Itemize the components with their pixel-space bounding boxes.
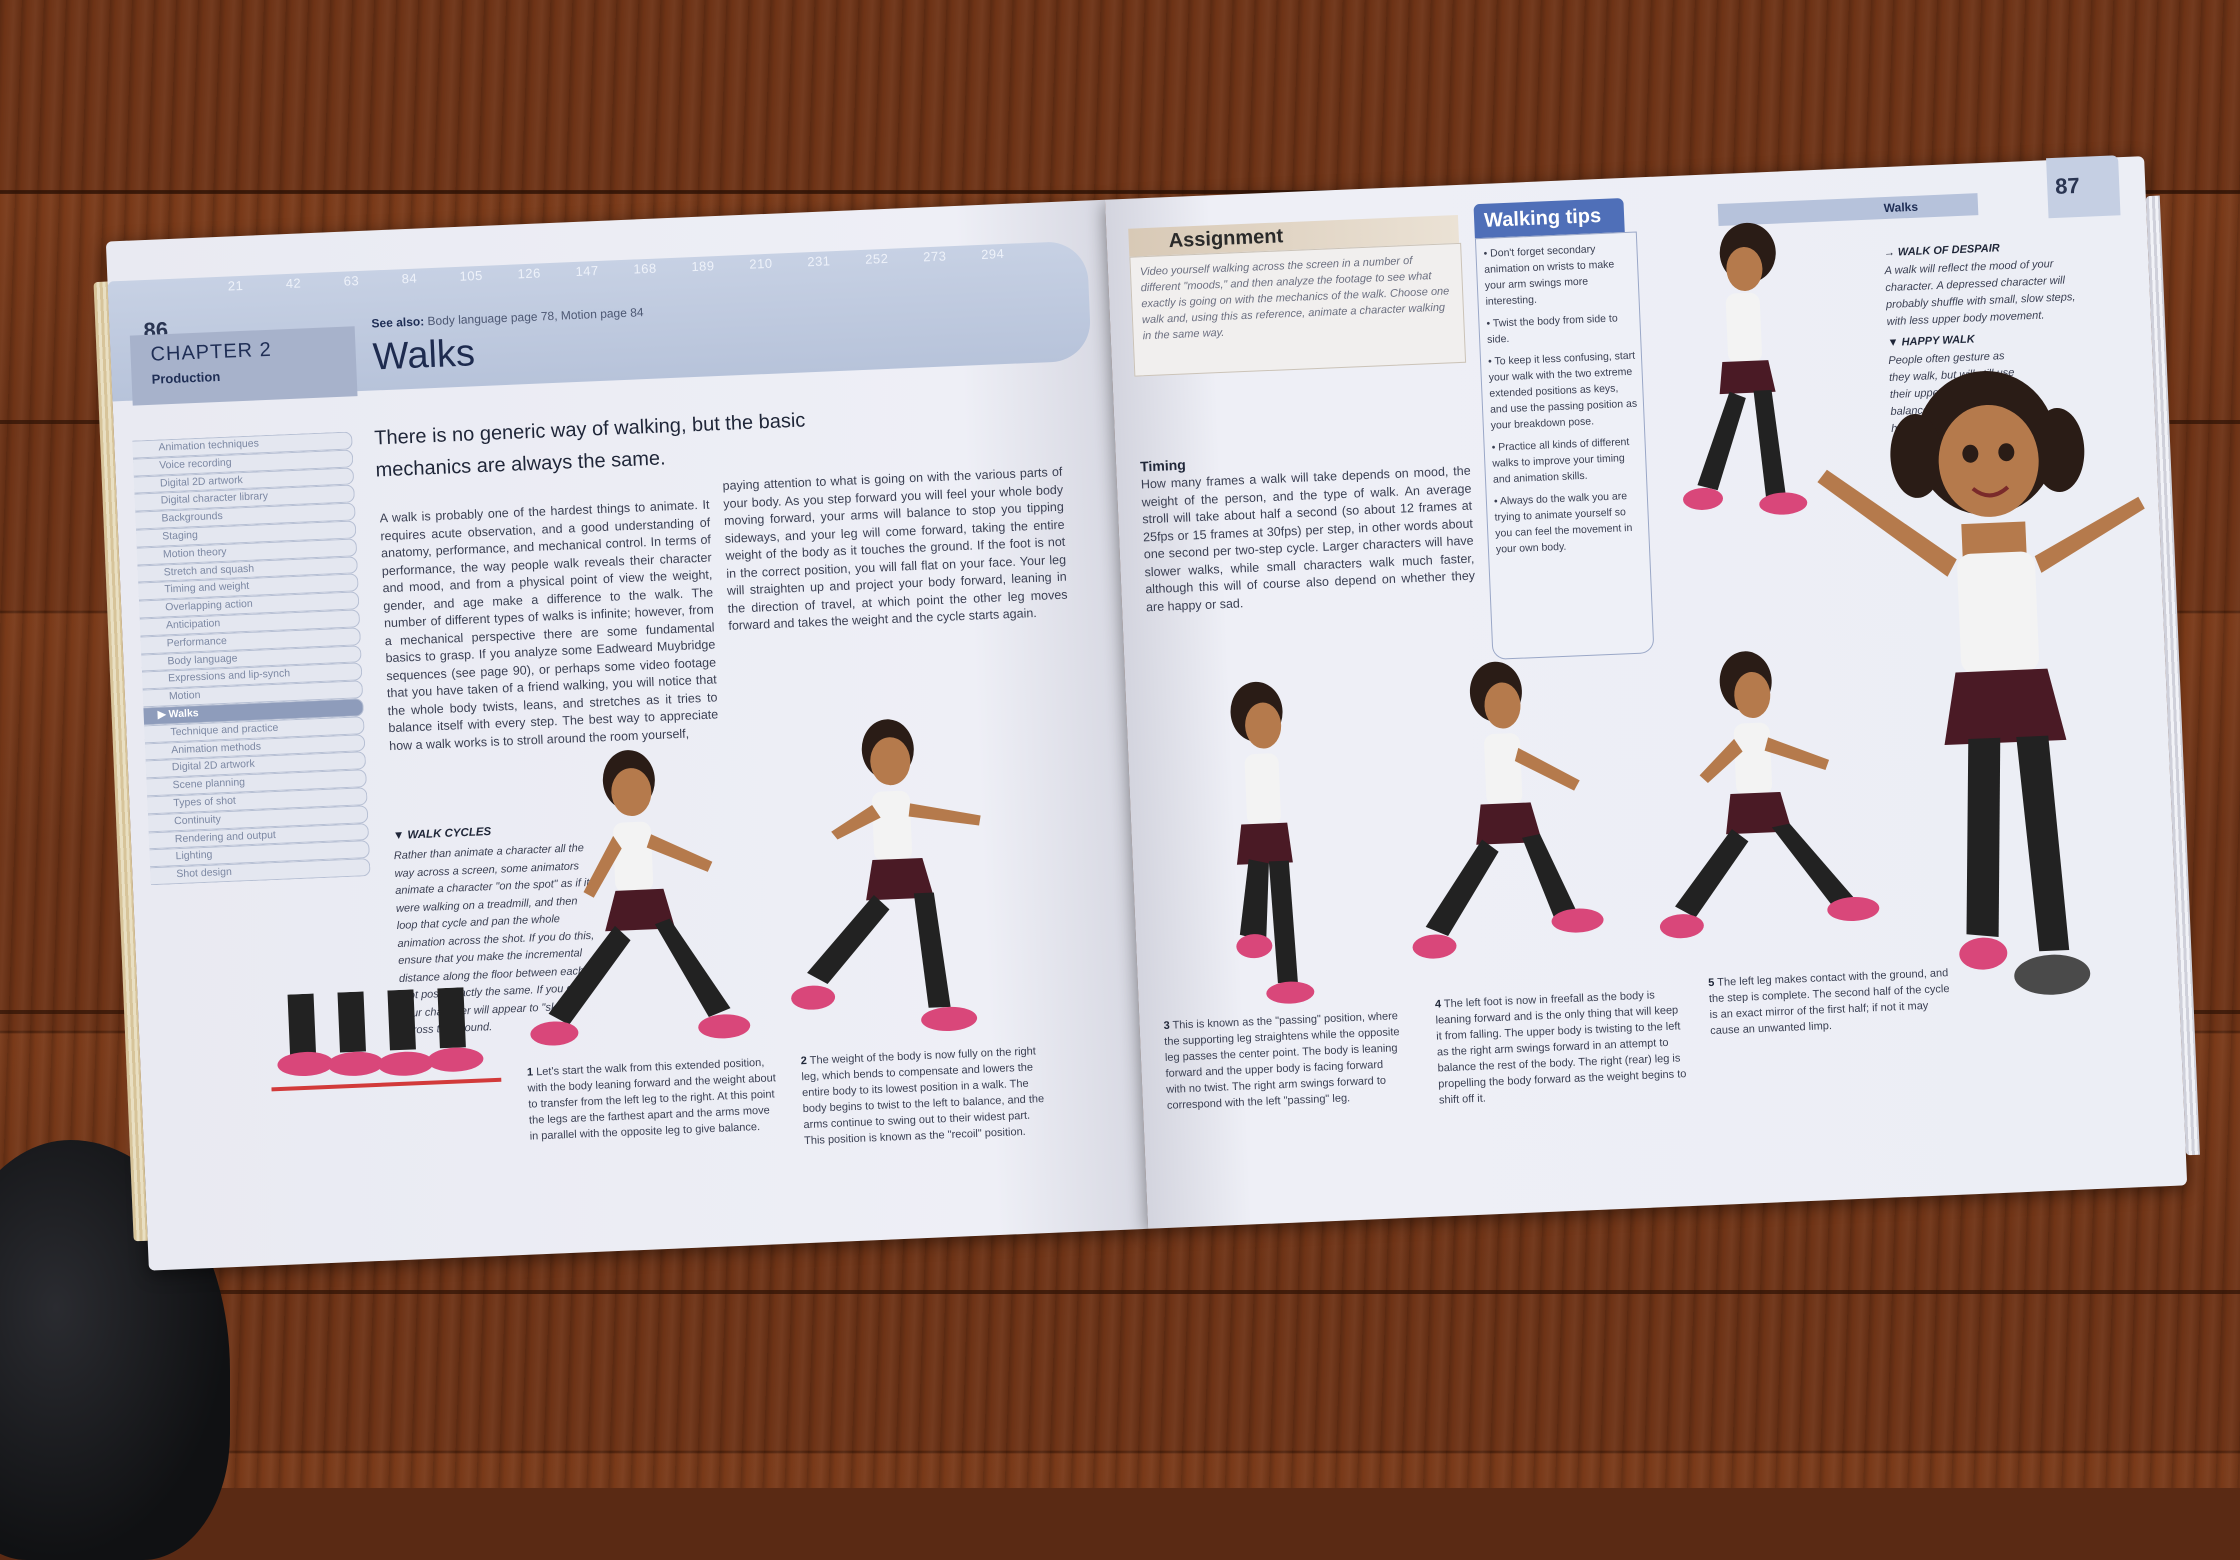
- left-page: 21 42 63 84 105 126 147 168 189 210 231 252 273 294 8…: [93, 199, 1149, 1271]
- step-3-text: This is known as the "passing" position,…: [1164, 1010, 1400, 1112]
- ruler-tick-label: 63: [343, 273, 360, 289]
- walking-tip: • Practice all kinds of different walks …: [1491, 435, 1630, 486]
- chapter-contents-list: Animation techniques Voice recording Digit…: [132, 431, 371, 886]
- step-caption-4: 4 The left foot is now in freefall as th…: [1434, 989, 1687, 1107]
- ruler-tick-label: 294: [980, 245, 1005, 262]
- ruler-tick-label: 84: [401, 270, 418, 287]
- ruler-tick-label: 42: [285, 275, 302, 292]
- floor-board-seam: [0, 1290, 2240, 1294]
- walk-figure-2: [791, 719, 981, 1032]
- open-book: 21 42 63 84 105 126 147 168 189 210 231 252 273 294 8…: [93, 155, 2200, 1271]
- step-caption-5: 5 The left leg makes contact with the gr…: [1708, 967, 1950, 1038]
- walk-cycles-title: ▼ WALK CYCLES: [392, 825, 492, 843]
- ruler-tick-label: 126: [517, 265, 542, 282]
- walk-figure-3: [1230, 681, 1315, 1004]
- ruler-tick-label: 231: [806, 253, 831, 270]
- timing-title: Timing: [1139, 456, 1187, 475]
- walking-tip: • Always do the walk you are trying to a…: [1493, 490, 1633, 556]
- walking-tips-list: • Don't forget secondary animation on wr…: [1483, 240, 1644, 564]
- step-2-text: The weight of the body is now fully on t…: [801, 1045, 1045, 1148]
- step-1-text: Let's start the walk from this extended …: [527, 1056, 776, 1143]
- ruler-tick-label: 210: [749, 255, 773, 272]
- chapter-sub-label: Production: [151, 368, 221, 387]
- walk-of-despair-text: A walk will reflect the mood of your cha…: [1884, 258, 2076, 329]
- walking-tip: • Don't forget secondary animation on wr…: [1483, 243, 1615, 308]
- ruler-tick-label: 252: [864, 250, 889, 267]
- step-5-text: The left leg makes contact with the grou…: [1708, 967, 1950, 1038]
- step-caption-1: 1 Let's start the walk from this extende…: [526, 1056, 776, 1143]
- ruler-tick-label: 189: [691, 258, 715, 275]
- assignment-text: Video yourself walking across the screen…: [1139, 254, 1450, 343]
- walking-tip: • Twist the body from side to side.: [1486, 312, 1618, 346]
- page-number: 87: [2054, 172, 2081, 199]
- see-also-label: See also:: [371, 314, 425, 331]
- body-column-2: paying attention to what is going on wit…: [722, 464, 1068, 633]
- happy-walk-figure: [1817, 371, 2145, 995]
- step-caption-2: 2 The weight of the body is now fully on…: [800, 1045, 1045, 1148]
- foot-positions-strip: [271, 987, 502, 1092]
- ruler-tick-label: 273: [922, 248, 947, 265]
- walking-tip: • To keep it less confusing, start your …: [1487, 349, 1638, 432]
- body-column-1: A walk is probably one of the hardest th…: [379, 497, 719, 753]
- ruler-tick-label: 168: [633, 260, 657, 277]
- walk-figure-4: [1412, 661, 1604, 959]
- ruler-tick-label: 105: [459, 267, 484, 284]
- ruler-tick-label: 21: [227, 277, 244, 294]
- ruler-tick-label: 147: [575, 262, 599, 279]
- walk-figure-1: [530, 750, 751, 1046]
- timing-text: How many frames a walk will take depends…: [1140, 463, 1476, 614]
- step-caption-3: 3 This is known as the "passing" positio…: [1163, 1010, 1400, 1112]
- page-title: Walks: [372, 332, 476, 379]
- step-4-text: The left foot is now in freefall as the …: [1435, 989, 1687, 1107]
